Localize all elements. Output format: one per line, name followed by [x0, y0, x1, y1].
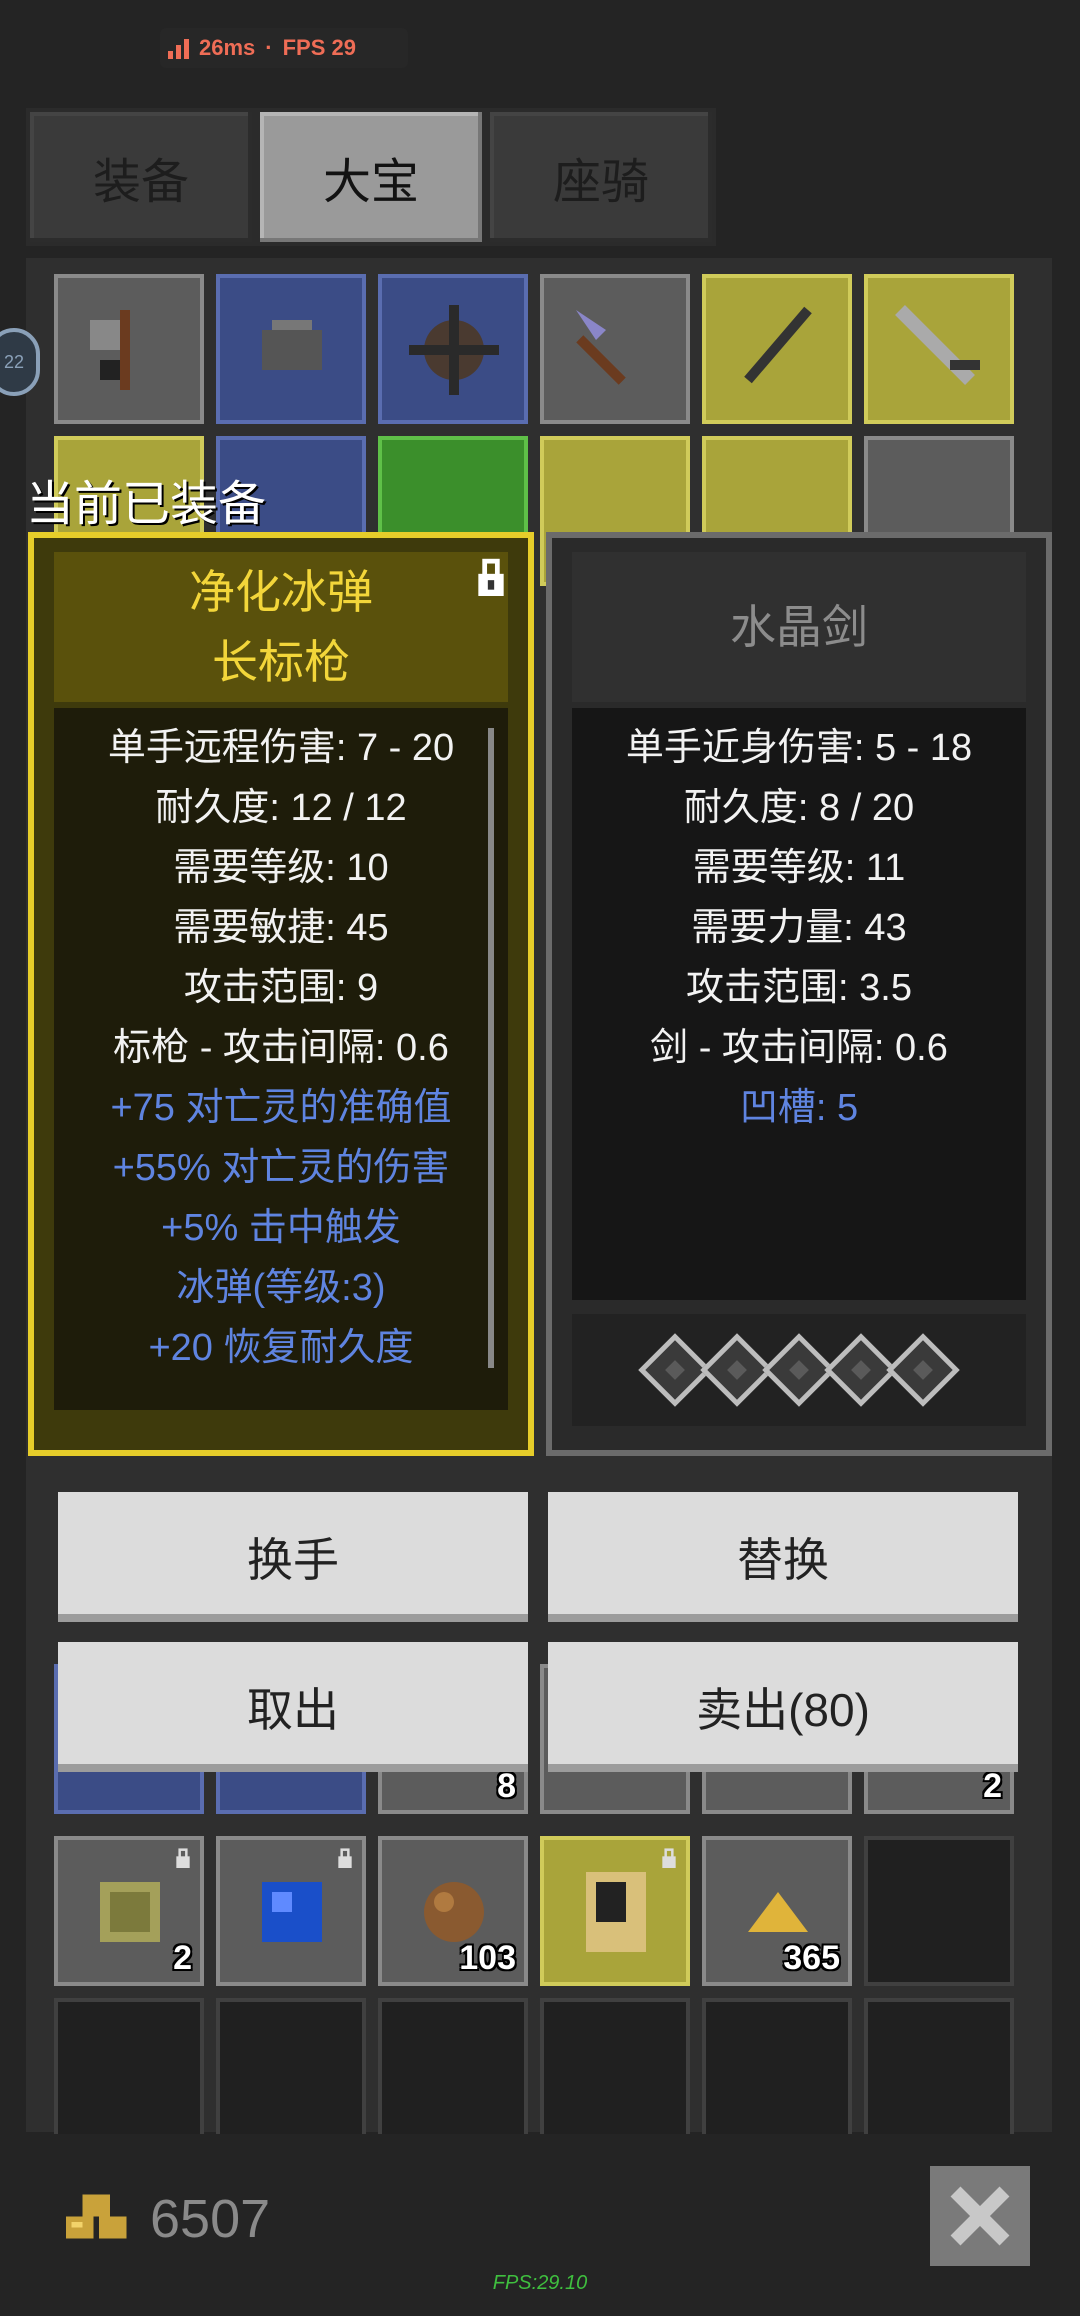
inventory-slot-gem[interactable] — [216, 1836, 366, 1986]
current-equipped-label: 当前已装备 — [26, 478, 267, 531]
sell-button[interactable]: 卖出(80) — [548, 1642, 1018, 1772]
inventory-slot-sword[interactable] — [864, 274, 1014, 424]
stat-line: 攻击范围: 9 — [183, 967, 379, 1009]
stat-line: 需要力量: 43 — [691, 907, 907, 949]
inventory-slot-empty[interactable] — [378, 1998, 528, 2148]
inventory-slot-spear[interactable] — [540, 274, 690, 424]
item-name-prefix: 净化冰弹 — [189, 566, 373, 618]
fps-text: FPS 29 — [282, 35, 356, 60]
bonus-line: 冰弹(等级:3) — [176, 1267, 386, 1309]
scroll-icon — [586, 1872, 646, 1952]
stat-line: 需要等级: 10 — [173, 847, 389, 889]
equipped-item-stats: 单手近身伤害: 5 - 18 耐久度: 8 / 20 需要等级: 11 需要力量… — [572, 708, 1026, 1300]
inventory-slot-javelin[interactable] — [702, 274, 852, 424]
empty-socket-icon — [886, 1333, 960, 1407]
separator-dot: · — [265, 35, 273, 60]
fps-footer: FPS:29.10 — [492, 2272, 588, 2294]
stat-line: 攻击范围: 3.5 — [686, 967, 912, 1009]
tab-mount-label: 座骑 — [552, 156, 649, 209]
gold-coins-icon — [66, 2194, 127, 2239]
tab-treasure[interactable]: 大宝 — [256, 108, 486, 246]
inventory-slot-empty[interactable] — [864, 1836, 1014, 1986]
stat-line: 剑 - 攻击间隔: 0.6 — [650, 1027, 948, 1069]
stat-line: 标枪 - 攻击间隔: 0.6 — [113, 1027, 449, 1069]
equipped-item-name: 水晶剑 — [730, 601, 868, 653]
inventory-slot-herb[interactable]: 2 — [54, 1836, 204, 1986]
inventory-slot-ore[interactable]: 103 — [378, 1836, 528, 1986]
lock-icon — [662, 1848, 676, 1868]
network-status: 26ms · FPS 29 — [160, 28, 408, 68]
inventory-slot-empty[interactable] — [864, 1998, 1014, 2148]
item-detail-panel: 净化冰弹 长标枪 单手远程伤害: 7 - 20 耐久度: 12 / 12 需要等… — [28, 532, 534, 1456]
ping-text: 26ms — [199, 35, 256, 60]
stat-line: 需要等级: 11 — [692, 847, 906, 889]
tab-mount[interactable]: 座骑 — [486, 108, 716, 246]
lock-icon — [338, 1848, 352, 1868]
inventory-slot-axe[interactable] — [54, 274, 204, 424]
item-quantity: 365 — [783, 1939, 840, 1977]
inventory-slot-empty[interactable] — [216, 1998, 366, 2148]
inventory-slot-empty[interactable] — [702, 1998, 852, 2148]
spiked-mace-icon — [409, 305, 499, 395]
item-quantity: 2 — [983, 1767, 1002, 1805]
lock-icon — [176, 1848, 190, 1868]
inventory-slot-scroll[interactable] — [540, 1836, 690, 1986]
replace-button[interactable]: 替换 — [548, 1492, 1018, 1622]
stat-line: 耐久度: 12 / 12 — [155, 787, 407, 829]
bonus-line: +55% 对亡灵的伤害 — [112, 1147, 450, 1189]
item-quantity: 8 — [497, 1767, 516, 1805]
axe-icon — [90, 310, 130, 390]
item-title: 净化冰弹 长标枪 — [54, 552, 508, 702]
tab-equipment-label: 装备 — [92, 156, 189, 209]
gauntlet-icon — [262, 320, 322, 370]
bonus-line: +5% 击中触发 — [161, 1207, 401, 1249]
item-stats: 单手远程伤害: 7 - 20 耐久度: 12 / 12 需要等级: 10 需要敏… — [54, 708, 508, 1410]
gold-amount: 6507 — [150, 2189, 271, 2249]
javelin-icon — [744, 306, 812, 384]
herb-icon — [100, 1882, 160, 1942]
lock-icon[interactable] — [474, 558, 508, 596]
close-icon — [950, 2186, 1010, 2246]
stat-line: 单手远程伤害: 7 - 20 — [107, 727, 455, 769]
stats-scrollbar[interactable] — [488, 728, 494, 1368]
inventory-slot-empty[interactable] — [54, 1998, 204, 2148]
sword-icon — [895, 305, 980, 385]
stat-line: 单手近身伤害: 5 - 18 — [625, 727, 973, 769]
close-button[interactable] — [930, 2166, 1030, 2266]
item-name: 长标枪 — [212, 636, 350, 688]
stat-line: 需要敏捷: 45 — [173, 907, 389, 949]
item-quantity: 103 — [459, 1939, 516, 1977]
spear-icon — [576, 310, 626, 385]
side-badge-text: 22 — [3, 351, 25, 372]
inventory-slot-mace[interactable] — [378, 274, 528, 424]
swap-hand-button[interactable]: 换手 — [58, 1492, 528, 1622]
inventory-slot-gold-ore[interactable]: 365 — [702, 1836, 852, 1986]
bonus-line: +75 对亡灵的准确值 — [110, 1087, 452, 1129]
equipped-item-panel: 水晶剑 单手近身伤害: 5 - 18 耐久度: 8 / 20 需要等级: 11 … — [546, 532, 1052, 1456]
inventory-slot-empty[interactable] — [540, 1998, 690, 2148]
tab-treasure-label: 大宝 — [322, 156, 419, 209]
stat-line: 耐久度: 8 / 20 — [683, 787, 915, 829]
tab-equipment[interactable]: 装备 — [26, 108, 256, 246]
blue-gem-icon — [262, 1882, 322, 1942]
signal-icon — [168, 37, 189, 59]
bonus-line: +20 恢复耐久度 — [148, 1327, 414, 1369]
side-collapse-button[interactable]: 22 — [0, 328, 40, 396]
inventory-slot-gauntlet[interactable] — [216, 274, 366, 424]
socket-row — [572, 1314, 1026, 1426]
take-out-button[interactable]: 取出 — [58, 1642, 528, 1772]
item-quantity: 2 — [173, 1939, 192, 1977]
equipped-item-title: 水晶剑 — [572, 552, 1026, 702]
bonus-line: 凹槽: 5 — [739, 1087, 859, 1129]
